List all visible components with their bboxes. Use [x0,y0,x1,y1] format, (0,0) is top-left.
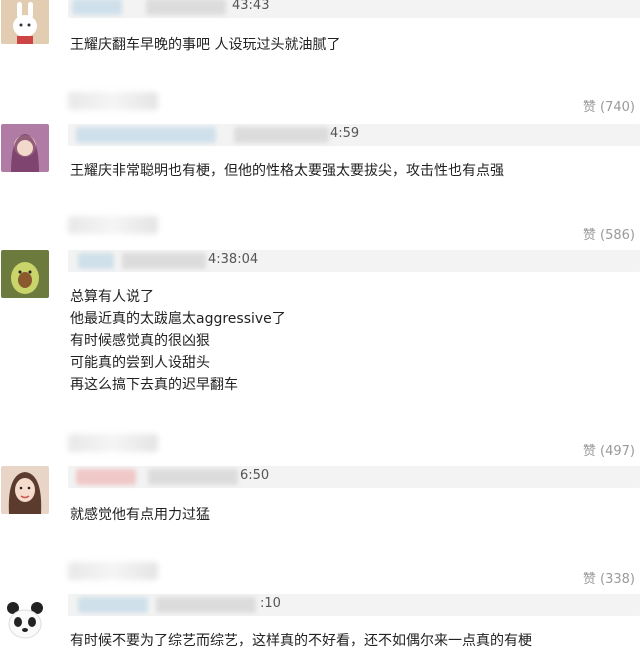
girl-photo-avatar-icon [1,466,49,514]
date-blur [146,0,226,15]
comment-meta: 4:59 [68,124,640,146]
avatar[interactable] [1,596,49,644]
comment-time: 43:43 [232,0,270,13]
comment-time: 6:50 [240,468,270,483]
like-button[interactable]: 赞 (497) [583,440,635,459]
comment-meta: :10 [68,594,640,616]
rabbit-avatar-icon [1,0,49,44]
comment-time: :10 [260,596,281,611]
avatar[interactable] [1,250,49,298]
username-blur[interactable] [72,0,122,15]
comment-meta: 4:38:04 [68,250,640,272]
comment-text: 有时候不要为了综艺而综艺，这样真的不好看，还不如偶尔来一点真的有梗 [70,633,532,649]
avocado-avatar-icon [1,250,49,298]
username-blur[interactable] [76,127,216,143]
avatar[interactable] [1,466,49,514]
like-button[interactable]: 赞 (338) [583,568,635,587]
comment-meta: 43:43 [68,0,640,18]
date-blur [156,597,256,613]
date-blur [122,253,206,269]
username-blur[interactable] [76,469,136,485]
comment-time: 4:59 [330,126,360,141]
reply-blur [68,562,158,580]
panda-avatar-icon [1,596,49,644]
date-blur [148,469,238,485]
reply-blur [68,216,158,234]
username-blur[interactable] [78,253,114,269]
avatar[interactable] [1,0,49,44]
like-button[interactable]: 赞 (586) [583,224,635,243]
comment-text: 总算有人说了 他最近真的太跋扈太aggressive了 有时候感觉真的很凶狠 可… [70,289,286,393]
comment-text: 王耀庆翻车早晚的事吧 人设玩过头就油腻了 [70,37,341,53]
username-blur[interactable] [78,597,148,613]
avatar[interactable] [1,124,49,172]
reply-blur [68,92,158,110]
comment-time: 4:38:04 [208,252,259,267]
girl-avatar-icon [1,124,49,172]
comment-text: 就感觉他有点用力过猛 [70,507,210,523]
date-blur [234,127,329,143]
comment-text: 王耀庆非常聪明也有梗，但他的性格太要强太要拔尖，攻击性也有点强 [70,163,504,179]
reply-blur [68,434,158,452]
comment-meta: 6:50 [68,466,640,488]
like-button[interactable]: 赞 (740) [583,96,635,115]
